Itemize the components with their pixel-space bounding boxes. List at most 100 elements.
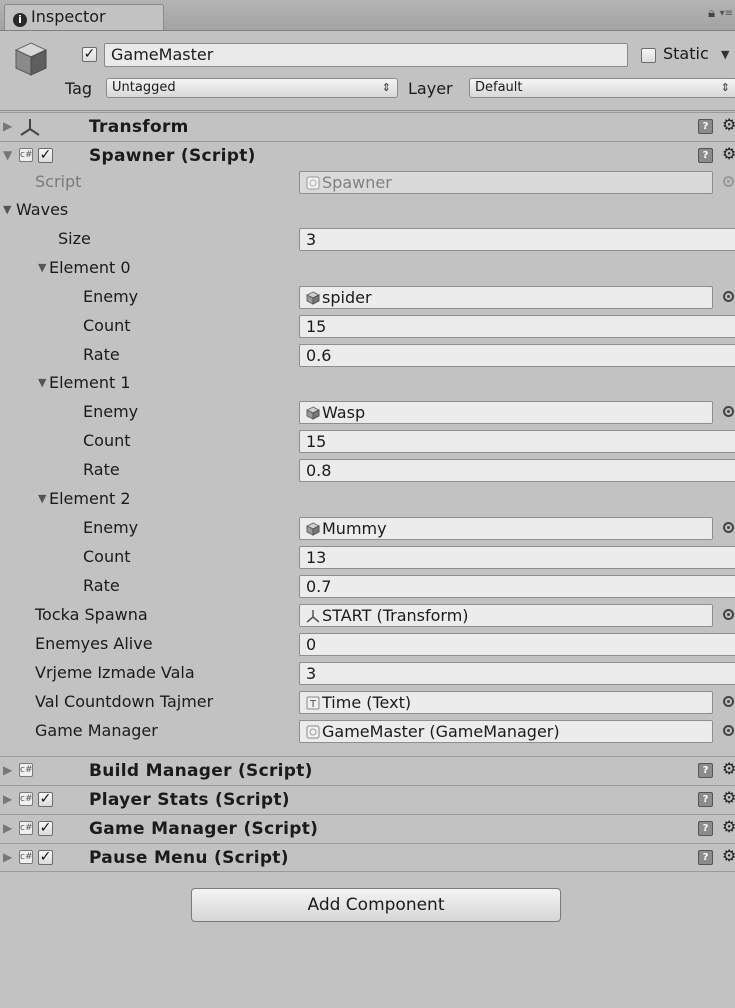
tag-label: Tag xyxy=(65,79,93,98)
prop-label: Rate xyxy=(83,576,120,595)
object-picker-icon[interactable] xyxy=(723,291,734,302)
gear-icon[interactable]: ⚙ xyxy=(722,846,735,865)
component-player-stats[interactable]: ▶ c# ✓ Player Stats (Script) ? ⚙ xyxy=(0,785,735,814)
enemy-field[interactable]: Mummy xyxy=(299,517,713,540)
component-spawner[interactable]: ▼ c# ✓ Spawner (Script) ? ⚙ xyxy=(0,141,735,170)
tab-inspector-label: Inspector xyxy=(31,7,106,26)
help-icon[interactable]: ? xyxy=(698,763,713,778)
component-enabled-checkbox[interactable]: ✓ xyxy=(38,850,53,865)
help-icon[interactable]: ? xyxy=(698,792,713,807)
prop-label: Script xyxy=(35,172,82,191)
collapsed-arrow-icon[interactable]: ▶ xyxy=(3,763,12,777)
enemy-field[interactable]: spider xyxy=(299,286,713,309)
vrjeme-izmade-vala-field[interactable]: 3 xyxy=(299,662,735,685)
active-checkbox[interactable]: ✓ xyxy=(82,47,97,62)
object-picker-icon[interactable] xyxy=(723,609,734,620)
prop-label: Count xyxy=(83,431,131,450)
enemy-field-value: spider xyxy=(322,288,372,307)
expanded-arrow-icon[interactable]: ▼ xyxy=(38,376,46,389)
rate-field[interactable]: 0.8 xyxy=(299,459,735,482)
tab-inspector[interactable]: i Inspector xyxy=(4,4,164,30)
component-enabled-checkbox[interactable]: ✓ xyxy=(38,821,53,836)
help-icon[interactable]: ? xyxy=(698,821,713,836)
prop-label: Element 2 xyxy=(49,489,131,508)
count-field[interactable]: 15 xyxy=(299,430,735,453)
text-icon: T xyxy=(306,694,320,713)
object-picker-icon[interactable] xyxy=(723,696,734,707)
enemyes-alive-field[interactable]: 0 xyxy=(299,633,735,656)
gear-icon[interactable]: ⚙ xyxy=(722,817,735,836)
script-icon: c# xyxy=(19,763,33,777)
gameobject-icon xyxy=(14,42,48,76)
static-dropdown-arrow-icon[interactable]: ▼ xyxy=(721,48,729,61)
prop-element-1[interactable]: ▼ Element 1 xyxy=(0,370,735,398)
static-checkbox[interactable] xyxy=(641,48,656,63)
collapsed-arrow-icon[interactable]: ▶ xyxy=(3,792,12,806)
prop-label: Enemy xyxy=(83,287,139,306)
component-pause-menu[interactable]: ▶ c# ✓ Pause Menu (Script) ? ⚙ xyxy=(0,843,735,872)
component-title: Player Stats (Script) xyxy=(89,790,290,810)
object-header: ✓ GameMaster Static ▼ Tag Untagged ⇕ Lay… xyxy=(0,31,735,111)
add-component-button[interactable]: Add Component xyxy=(191,888,561,922)
layer-dropdown[interactable]: Default ⇕ xyxy=(469,78,735,98)
transform-icon xyxy=(306,607,320,626)
collapsed-arrow-icon[interactable]: ▶ xyxy=(3,119,12,133)
expanded-arrow-icon[interactable]: ▼ xyxy=(38,492,46,505)
prop-waves[interactable]: ▼ Waves xyxy=(0,197,735,225)
help-icon[interactable]: ? xyxy=(698,119,713,134)
prop-label: Game Manager xyxy=(35,721,158,740)
prop-rate: Rate 0.7 xyxy=(0,573,735,601)
component-build-manager[interactable]: ▶ c# Build Manager (Script) ? ⚙ xyxy=(0,756,735,785)
count-field[interactable]: 15 xyxy=(299,315,735,338)
prop-rate: Rate 0.8 xyxy=(0,457,735,485)
inspector-tab-bar: i Inspector 🔒︎ ▾≡ xyxy=(0,0,735,31)
size-field[interactable]: 3 xyxy=(299,228,735,251)
expanded-arrow-icon[interactable]: ▼ xyxy=(3,203,11,216)
component-transform[interactable]: ▶ Transform ? ⚙ xyxy=(0,112,735,141)
object-name-field[interactable]: GameMaster xyxy=(104,43,628,67)
help-icon[interactable]: ? xyxy=(698,148,713,163)
tocka-spawna-field[interactable]: START (Transform) xyxy=(299,604,713,627)
script-icon xyxy=(306,174,320,193)
prefab-icon xyxy=(305,404,321,423)
gear-icon[interactable]: ⚙ xyxy=(722,115,735,134)
gear-icon[interactable]: ⚙ xyxy=(722,144,735,163)
tag-dropdown[interactable]: Untagged ⇕ xyxy=(106,78,398,98)
component-enabled-checkbox[interactable]: ✓ xyxy=(38,148,53,163)
component-enabled-checkbox[interactable]: ✓ xyxy=(38,792,53,807)
prop-count: Count 13 xyxy=(0,544,735,572)
gear-icon[interactable]: ⚙ xyxy=(722,759,735,778)
enemy-field[interactable]: Wasp xyxy=(299,401,713,424)
val-countdown-tajmer-field[interactable]: T Time (Text) xyxy=(299,691,713,714)
prop-tocka-spawna: Tocka Spawna START (Transform) xyxy=(0,602,735,630)
count-field[interactable]: 13 xyxy=(299,546,735,569)
rate-field[interactable]: 0.7 xyxy=(299,575,735,598)
object-picker-icon[interactable] xyxy=(723,406,734,417)
prop-count: Count 15 xyxy=(0,313,735,341)
game-manager-field[interactable]: GameMaster (GameManager) xyxy=(299,720,713,743)
collapsed-arrow-icon[interactable]: ▶ xyxy=(3,850,12,864)
enemy-field-value: Mummy xyxy=(322,519,387,538)
prop-label: Enemy xyxy=(83,402,139,421)
expanded-arrow-icon[interactable]: ▼ xyxy=(38,261,46,274)
rate-field[interactable]: 0.6 xyxy=(299,344,735,367)
gear-icon[interactable]: ⚙ xyxy=(722,788,735,807)
script-field: Spawner xyxy=(299,171,713,194)
layer-dropdown-value: Default xyxy=(475,80,523,95)
updown-arrow-icon: ⇕ xyxy=(720,81,730,94)
lock-icon[interactable]: 🔒︎ xyxy=(708,6,715,21)
prop-element-2[interactable]: ▼ Element 2 xyxy=(0,486,735,514)
prop-label: Rate xyxy=(83,345,120,364)
collapsed-arrow-icon[interactable]: ▶ xyxy=(3,821,12,835)
component-title: Build Manager (Script) xyxy=(89,761,313,781)
object-picker-icon[interactable] xyxy=(723,522,734,533)
object-picker-icon[interactable] xyxy=(723,725,734,736)
help-icon[interactable]: ? xyxy=(698,850,713,865)
layer-label: Layer xyxy=(408,79,453,98)
expanded-arrow-icon[interactable]: ▼ xyxy=(3,148,12,162)
prop-label: Tocka Spawna xyxy=(35,605,148,624)
menu-icon[interactable]: ▾≡ xyxy=(720,8,733,19)
prop-element-0[interactable]: ▼ Element 0 xyxy=(0,255,735,283)
prop-enemy: Enemy spider xyxy=(0,284,735,312)
component-game-manager[interactable]: ▶ c# ✓ Game Manager (Script) ? ⚙ xyxy=(0,814,735,843)
